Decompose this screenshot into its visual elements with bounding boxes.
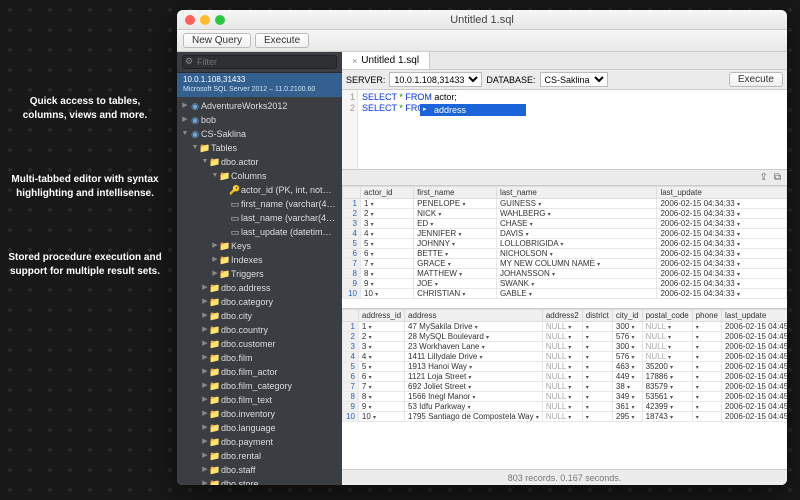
app-window: Untitled 1.sql New Query Execute 10.0.1.… (177, 10, 787, 485)
column-header[interactable]: phone (692, 310, 721, 322)
table-row[interactable]: 55 ▾1913 Hanoi Way ▾NULL ▾ ▾463 ▾35200 ▾… (343, 362, 788, 372)
table-row[interactable]: 88 ▾1566 Inegl Manor ▾NULL ▾ ▾349 ▾53561… (343, 392, 788, 402)
results-toolbar: ⇪ ⧉ (342, 170, 787, 186)
caption-2: Multi-tabbed editor with syntax highligh… (8, 173, 162, 201)
table-row[interactable]: 22 ▾28 MySQL Boulevard ▾NULL ▾ ▾576 ▾NUL… (343, 332, 788, 342)
table-row[interactable]: 77 ▾692 Joliet Street ▾NULL ▾ ▾38 ▾83579… (343, 382, 788, 392)
tree-item[interactable]: ▶📁Indexes (177, 253, 342, 267)
tree-item[interactable]: ▶📁dbo.rental (177, 449, 342, 463)
tree-item[interactable]: ▶📁dbo.customer (177, 337, 342, 351)
filter-input[interactable] (182, 55, 337, 69)
column-header[interactable]: city_id (612, 310, 642, 322)
table-row[interactable]: 66 ▾1121 Loja Street ▾NULL ▾ ▾449 ▾17886… (343, 372, 788, 382)
tree-item[interactable]: ▶📁dbo.staff (177, 463, 342, 477)
tree-item[interactable]: ▼📁dbo.actor (177, 155, 342, 169)
table-row[interactable]: 33 ▾23 Workhaven Lane ▾NULL ▾ ▾300 ▾NULL… (343, 342, 788, 352)
tree-item[interactable]: ▶📁dbo.film (177, 351, 342, 365)
table-row[interactable]: 99 ▾53 Idfu Parkway ▾NULL ▾ ▾361 ▾42399 … (343, 402, 788, 412)
status-bar: 803 records. 0.167 seconds. (342, 469, 787, 485)
server-version: Microsoft SQL Server 2012 – 11.0.2100.60 (183, 85, 336, 95)
table-row[interactable]: 44 ▾1411 Lillydale Drive ▾NULL ▾ ▾576 ▾N… (343, 352, 788, 362)
table-row[interactable]: 66 ▾BETTE ▾NICHOLSON ▾2006-02-15 04:34:3… (343, 249, 787, 259)
intellisense-popup[interactable]: address (420, 104, 526, 116)
tree-item[interactable]: ▶📁dbo.film_category (177, 379, 342, 393)
titlebar[interactable]: Untitled 1.sql (177, 10, 787, 30)
tree-item[interactable]: ▼📁Columns (177, 169, 342, 183)
table-row[interactable]: 88 ▾MATTHEW ▾JOHANSSON ▾2006-02-15 04:34… (343, 269, 787, 279)
tree-item[interactable]: ▶📁dbo.film_actor (177, 365, 342, 379)
sql-editor[interactable]: 12 SELECT * FROM actor;SELECT * FROM add… (342, 90, 787, 170)
tree-item[interactable]: ▶📁dbo.film_text (177, 393, 342, 407)
close-tab-icon[interactable]: × (352, 56, 357, 66)
toolbar: New Query Execute (177, 30, 787, 52)
column-header[interactable]: address_id (358, 310, 404, 322)
column-header[interactable]: first_name (414, 187, 497, 199)
marketing-captions: Quick access to tables, columns, views a… (0, 0, 170, 500)
table-row[interactable]: 11 ▾47 MySakila Drive ▾NULL ▾ ▾300 ▾NULL… (343, 322, 788, 332)
tree-item[interactable]: ▶📁dbo.address (177, 281, 342, 295)
new-query-button[interactable]: New Query (183, 33, 251, 48)
column-header[interactable]: last_name (496, 187, 656, 199)
tree-item[interactable]: 🔑actor_id (PK, int, not… (177, 183, 342, 197)
tree-item[interactable]: ▶📁dbo.store (177, 477, 342, 485)
tree-item[interactable]: ▶◉bob (177, 113, 342, 127)
copy-icon[interactable]: ⧉ (774, 172, 781, 183)
export-icon[interactable]: ⇪ (759, 172, 767, 183)
server-host: 10.0.1.108,31433 (183, 75, 336, 85)
server-header[interactable]: 10.0.1.108,31433 Microsoft SQL Server 20… (177, 73, 342, 97)
tree-item[interactable]: ▶📁dbo.city (177, 309, 342, 323)
tab-label: Untitled 1.sql (361, 55, 419, 66)
editor-tabbar: × Untitled 1.sql (342, 52, 787, 70)
table-row[interactable]: 22 ▾NICK ▾WAHLBERG ▾2006-02-15 04:34:33 … (343, 209, 787, 219)
tree-item[interactable]: ▭last_name (varchar(4… (177, 211, 342, 225)
server-select[interactable]: 10.0.1.108,31433 (389, 72, 482, 87)
table-row[interactable]: 44 ▾JENNIFER ▾DAVIS ▾2006-02-15 04:34:33… (343, 229, 787, 239)
tree-item[interactable]: ▭last_update (datetim… (177, 225, 342, 239)
tree-item[interactable]: ▼📁Tables (177, 141, 342, 155)
tree-item[interactable]: ▶📁dbo.language (177, 421, 342, 435)
caption-1: Quick access to tables, columns, views a… (8, 95, 162, 123)
tree-item[interactable]: ▶📁Keys (177, 239, 342, 253)
tree-item[interactable]: ▶◉AdventureWorks2012 (177, 99, 342, 113)
results-grid-1[interactable]: actor_idfirst_namelast_namelast_update11… (342, 186, 787, 308)
database-select[interactable]: CS-Saklina (540, 72, 608, 87)
tree-item[interactable]: ▶📁dbo.payment (177, 435, 342, 449)
column-header[interactable]: address (405, 310, 543, 322)
column-header[interactable]: last_update (657, 187, 787, 199)
object-tree[interactable]: ▶◉AdventureWorks2012▶◉bob▼◉CS-Saklina▼📁T… (177, 97, 342, 485)
database-label: DATABASE: (486, 75, 535, 85)
table-row[interactable]: 99 ▾JOE ▾SWANK ▾2006-02-15 04:34:33 ▾ (343, 279, 787, 289)
table-row[interactable]: 1010 ▾CHRISTIAN ▾GABLE ▾2006-02-15 04:34… (343, 289, 787, 299)
tree-item[interactable]: ▼◉CS-Saklina (177, 127, 342, 141)
tree-item[interactable]: ▶📁dbo.category (177, 295, 342, 309)
tree-item[interactable]: ▶📁Triggers (177, 267, 342, 281)
sidebar: 10.0.1.108,31433 Microsoft SQL Server 20… (177, 52, 342, 485)
column-header[interactable]: postal_code (642, 310, 692, 322)
column-header[interactable]: actor_id (361, 187, 414, 199)
tree-item[interactable]: ▶📁dbo.inventory (177, 407, 342, 421)
table-row[interactable]: 11 ▾PENELOPE ▾GUINESS ▾2006-02-15 04:34:… (343, 199, 787, 209)
table-row[interactable]: 55 ▾JOHNNY ▾LOLLOBRIGIDA ▾2006-02-15 04:… (343, 239, 787, 249)
caption-3: Stored procedure execution and support f… (8, 251, 162, 279)
tree-item[interactable]: ▶📁dbo.country (177, 323, 342, 337)
column-header[interactable]: address2 (542, 310, 582, 322)
column-header[interactable]: district (582, 310, 612, 322)
server-label: SERVER: (346, 75, 385, 85)
column-header[interactable]: last_update (721, 310, 787, 322)
editor-tab[interactable]: × Untitled 1.sql (342, 52, 430, 69)
table-row[interactable]: 77 ▾GRACE ▾MY NEW COLUMN NAME ▾2006-02-1… (343, 259, 787, 269)
connection-bar: SERVER: 10.0.1.108,31433 DATABASE: CS-Sa… (342, 70, 787, 90)
table-row[interactable]: 1010 ▾1795 Santiago de Compostela Way ▾N… (343, 412, 788, 422)
table-row[interactable]: 33 ▾ED ▾CHASE ▾2006-02-15 04:34:33 ▾ (343, 219, 787, 229)
window-title: Untitled 1.sql (177, 14, 787, 26)
execute-query-button[interactable]: Execute (729, 72, 783, 87)
execute-button[interactable]: Execute (255, 33, 309, 48)
results-grid-2[interactable]: address_idaddressaddress2districtcity_id… (342, 308, 787, 469)
tree-item[interactable]: ▭first_name (varchar(4… (177, 197, 342, 211)
